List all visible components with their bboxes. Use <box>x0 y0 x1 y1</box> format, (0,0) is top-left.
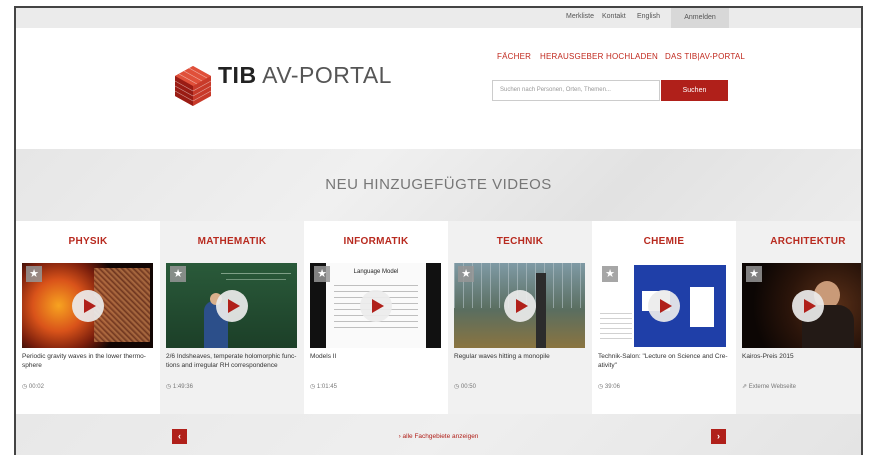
chalk-line <box>221 273 291 274</box>
video-thumbnail[interactable]: ★ <box>22 263 153 348</box>
merkliste-link[interactable]: Merkliste <box>566 13 594 20</box>
page-title: NEU HINZUGEFÜGTE VIDEOS <box>325 176 552 193</box>
bottom-bar: ‹ › alle Fachgebiete anzeigen › <box>16 414 861 455</box>
card-mathematik[interactable]: MATHEMATIK ★ 2/6 Indsheaves, temperate h… <box>160 221 304 414</box>
star-icon[interactable]: ★ <box>746 266 762 282</box>
clock-icon: ◷ <box>166 384 172 390</box>
clock-icon: ◷ <box>310 384 316 390</box>
external-link-label[interactable]: Externe Webseite <box>749 384 796 390</box>
duration: ◷ 00:50 <box>454 383 476 390</box>
category-label[interactable]: TECHNIK <box>448 236 592 247</box>
duration-value: 1:01:45 <box>316 384 337 390</box>
star-icon[interactable]: ★ <box>314 266 330 282</box>
play-icon[interactable] <box>503 289 536 322</box>
star-icon[interactable]: ★ <box>26 266 42 282</box>
nav-herausgeber[interactable]: HERAUSGEBER <box>540 52 604 61</box>
duration: ◷ 00:02 <box>22 383 44 390</box>
video-thumbnail[interactable]: ★ <box>166 263 297 348</box>
play-icon[interactable] <box>71 289 104 322</box>
category-label[interactable]: INFORMATIK <box>304 236 448 247</box>
card-informatik[interactable]: INFORMATIK Language Model ★ Models II ◷ … <box>304 221 448 414</box>
external-link-icon: ⇗ <box>742 384 748 390</box>
video-thumbnail[interactable]: ★ <box>598 263 729 348</box>
video-thumbnail[interactable]: ★ <box>454 263 585 348</box>
category-label[interactable]: ARCHITEKTUR <box>736 236 861 247</box>
video-thumbnail[interactable]: Language Model ★ <box>310 263 441 348</box>
hero-banner: NEU HINZUGEFÜGTE VIDEOS <box>16 149 861 221</box>
next-button[interactable]: › <box>711 429 726 444</box>
card-chemie[interactable]: CHEMIE ★ Technik-Salon: "Lecture on Scie… <box>592 221 736 414</box>
tib-cube-logo-icon <box>174 66 212 106</box>
login-button[interactable]: Anmelden <box>671 8 729 28</box>
video-cards: PHYSIK ★ Periodic gravity waves in the l… <box>16 221 861 414</box>
duration-value: 39:06 <box>604 384 620 390</box>
play-icon[interactable] <box>791 289 824 322</box>
nav-hochladen[interactable]: HOCHLADEN <box>606 52 658 61</box>
external-link[interactable]: ⇗ Externe Webseite <box>742 383 796 390</box>
kontakt-link[interactable]: Kontakt <box>602 13 626 20</box>
logo-tib: TIB <box>218 62 257 88</box>
video-title[interactable]: Technik-Salon: "Lecture on Science and C… <box>598 352 732 370</box>
search-button[interactable]: Suchen <box>661 80 728 101</box>
duration: ◷ 1:49:36 <box>166 383 193 390</box>
chalk-line <box>226 279 286 280</box>
nav-das-tib-av-portal[interactable]: DAS TIB|AV-PORTAL <box>665 52 745 61</box>
duration: ◷ 39:06 <box>598 383 620 390</box>
clock-icon: ◷ <box>598 384 604 390</box>
video-title[interactable]: Kairos-Preis 2015 <box>742 352 861 361</box>
video-title[interactable]: Periodic gravity waves in the lower ther… <box>22 352 156 370</box>
video-title[interactable]: Models II <box>310 352 444 361</box>
duration-value: 00:50 <box>460 384 476 390</box>
video-title[interactable]: 2/6 Indsheaves, temperate holomorphic fu… <box>166 352 300 370</box>
video-title[interactable]: Regular waves hitting a monopile <box>454 352 588 361</box>
category-label[interactable]: CHEMIE <box>592 236 736 247</box>
caption-text <box>600 313 632 343</box>
monopile <box>536 273 546 348</box>
slide-title: Language Model <box>353 269 399 275</box>
card-technik[interactable]: TECHNIK ★ Regular waves hitting a monopi… <box>448 221 592 414</box>
duration-value: 1:49:36 <box>172 384 193 390</box>
logo-wordmark: TIB AV-PORTAL <box>218 62 392 89</box>
play-icon[interactable] <box>647 289 680 322</box>
category-label[interactable]: MATHEMATIK <box>160 236 304 247</box>
play-icon[interactable] <box>359 289 392 322</box>
star-icon[interactable]: ★ <box>602 266 618 282</box>
star-icon[interactable]: ★ <box>458 266 474 282</box>
all-subjects-link[interactable]: › alle Fachgebiete anzeigen <box>16 433 861 440</box>
card-architektur[interactable]: ARCHITEKTUR ★ Kairos-Preis 2015 ⇗ Extern… <box>736 221 861 414</box>
play-icon[interactable] <box>215 289 248 322</box>
top-utility-bar: Merkliste Kontakt English Anmelden <box>16 8 861 28</box>
clock-icon: ◷ <box>22 384 28 390</box>
category-label[interactable]: PHYSIK <box>16 236 160 247</box>
duration: ◷ 1:01:45 <box>310 383 337 390</box>
browser-page: Merkliste Kontakt English Anmelden TIB A… <box>14 6 863 455</box>
star-icon[interactable]: ★ <box>170 266 186 282</box>
video-thumbnail[interactable]: ★ <box>742 263 861 348</box>
english-link[interactable]: English <box>637 13 660 20</box>
search-input[interactable]: Suchen nach Personen, Orten, Themen... <box>492 80 660 101</box>
tib-logo[interactable]: TIB AV-PORTAL <box>171 58 391 118</box>
clock-icon: ◷ <box>454 384 460 390</box>
nav-faecher[interactable]: FÄCHER <box>497 52 531 61</box>
card-physik[interactable]: PHYSIK ★ Periodic gravity waves in the l… <box>16 221 160 414</box>
logo-av-portal: AV-PORTAL <box>256 62 392 88</box>
duration-value: 00:02 <box>28 384 44 390</box>
slide-panel <box>690 287 714 327</box>
